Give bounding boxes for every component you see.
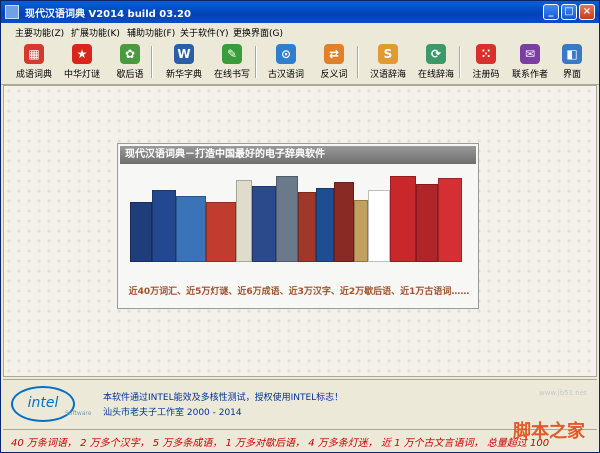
main-area: 现代汉语词典－打造中国最好的电子辞典软件 近40万词汇、近5万灯谜、近6万成语、… (3, 85, 597, 377)
menu-skin[interactable]: 更换界面(G) (233, 26, 283, 39)
book (416, 184, 438, 262)
book (298, 192, 316, 262)
theme-icon: ◧ (562, 44, 582, 64)
pen-icon: ✎ (222, 44, 242, 64)
certification-text: 本软件通过INTEL能效及多核性测试，授权使用INTEL标志！ (103, 393, 344, 403)
star-icon: ★ (72, 44, 92, 64)
mail-icon: ✉ (520, 44, 540, 64)
seal-icon: S (378, 44, 398, 64)
minimize-button[interactable]: _ (543, 4, 559, 20)
tool-xiehouyu[interactable]: ✿ 歇后语 (103, 42, 157, 82)
compass-icon: ⊙ (276, 44, 296, 64)
watermark: 脚本之家 (513, 421, 585, 442)
clock-icon: ⟳ (426, 44, 446, 64)
book (236, 180, 252, 262)
maximize-button[interactable]: □ (561, 4, 577, 20)
menu-main[interactable]: 主要功能(Z) (15, 26, 64, 39)
splash-panel: 现代汉语词典－打造中国最好的电子辞典软件 近40万词汇、近5万灯谜、近6万成语、… (117, 143, 479, 309)
intel-logo-sub: Software (65, 410, 92, 417)
book (316, 188, 334, 262)
app-icon (5, 5, 19, 19)
status-bar: 40 万条词语， 2 万多个汉字， 5 万多条成语， 1 万多对歇后语， 4 万… (3, 429, 597, 452)
tool-label: 界面 (562, 70, 581, 80)
book (176, 196, 206, 262)
footer: intel Software 本软件通过INTEL能效及多核性测试，授权使用IN… (3, 379, 597, 428)
close-button[interactable]: × (579, 4, 595, 20)
tool-label: 反义词 (320, 70, 348, 80)
book (334, 182, 354, 262)
app-window: 现代汉语词典 V2014 build 03.20 _ □ × 主要功能(Z) 扩… (0, 0, 600, 453)
tool-theme[interactable]: ◧ 界面 (545, 42, 599, 82)
book (276, 176, 298, 262)
panel-title: 现代汉语词典－打造中国最好的电子辞典软件 (120, 146, 476, 164)
toolbar: ▦ 成语词典 ★ 中华灯谜 ✿ 歇后语 W 新华字典 ✎ 在线书写 ⊙ 古汉语词… (1, 40, 599, 85)
tool-antonym[interactable]: ⇄ 反义词 (307, 42, 361, 82)
status-text: 40 万条词语， 2 万多个汉字， 5 万多条成语， 1 万多对歇后语， 4 万… (11, 438, 550, 449)
watermark-url: www.jb51.net (539, 389, 587, 397)
menu-aux[interactable]: 辅助功能(F) (127, 26, 175, 39)
book (438, 178, 462, 262)
panel-caption: 近40万词汇、近5万灯谜、近6万成语、近3万汉字、近2万歇后语、近1万古语词…… (128, 287, 470, 297)
book (130, 202, 152, 262)
book-illustration (128, 170, 468, 262)
grid-icon: ▦ (24, 44, 44, 64)
book (354, 200, 368, 262)
book-icon: W (174, 44, 194, 64)
title-bar[interactable]: 现代汉语词典 V2014 build 03.20 _ □ × (1, 1, 599, 23)
gear-icon: ✿ (120, 44, 140, 64)
copyright-text: 汕头市老夫子工作室 2000 - 2014 (103, 408, 242, 418)
book (252, 186, 276, 262)
dice-icon: ⁙ (476, 44, 496, 64)
window-title: 现代汉语词典 V2014 build 03.20 (25, 9, 191, 20)
menu-about[interactable]: 关于软件(Y) (180, 26, 229, 39)
book (368, 190, 390, 262)
tool-handwrite[interactable]: ✎ 在线书写 (205, 42, 259, 82)
tool-label: 在线书写 (213, 70, 250, 80)
book (206, 202, 236, 262)
menu-extend[interactable]: 扩展功能(K) (71, 26, 120, 39)
book (390, 176, 416, 262)
swap-icon: ⇄ (324, 44, 344, 64)
menu-bar: 主要功能(Z) 扩展功能(K) 辅助功能(F) 关于软件(Y) 更换界面(G) (1, 23, 599, 41)
book (152, 190, 176, 262)
